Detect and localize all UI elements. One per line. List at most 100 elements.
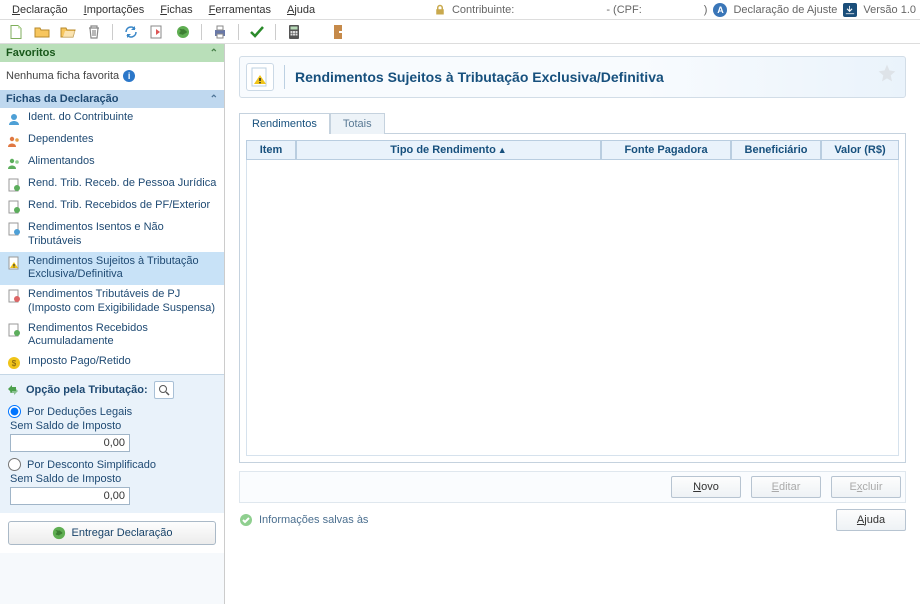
versao-label: Versão 1.0 <box>863 4 916 16</box>
refresh-icon[interactable] <box>121 22 141 42</box>
table-header: Item Tipo de Rendimento▲ Fonte Pagadora … <box>246 140 899 160</box>
globe-icon[interactable] <box>173 22 193 42</box>
status-bar: Contribuinte: - (CPF: ) A Declaração de … <box>434 3 916 17</box>
tree-item-isentos[interactable]: Rendimentos Isentos e Não Tributáveis <box>0 218 224 252</box>
value-1 <box>10 434 130 452</box>
tree-label: Rend. Trib. Receb. de Pessoa Jurídica <box>28 177 218 191</box>
favorite-star-button[interactable] <box>877 63 897 83</box>
menubar: Declaração Importações Fichas Ferramenta… <box>0 0 920 20</box>
menu-importacoes[interactable]: Importações <box>76 2 153 18</box>
tab-totais[interactable]: Totais <box>330 113 385 134</box>
check-round-icon <box>239 513 253 527</box>
col-item[interactable]: Item <box>246 140 296 160</box>
menu-ferramentas[interactable]: Ferramentas <box>201 2 279 18</box>
tab-rendimentos[interactable]: Rendimentos <box>239 113 330 134</box>
svg-text:$: $ <box>12 359 17 368</box>
doc-warning-large-icon <box>246 63 274 91</box>
calculator-icon[interactable] <box>284 22 304 42</box>
tree-item-suspensa[interactable]: Rendimentos Tributáveis de PJ (Imposto c… <box>0 285 224 319</box>
ajuda-button[interactable]: Ajuda <box>836 509 906 531</box>
exit-icon[interactable] <box>330 22 350 42</box>
toolbar <box>0 20 920 44</box>
favoritos-header[interactable]: Favoritos ⌃ <box>0 44 224 62</box>
trash-icon[interactable] <box>84 22 104 42</box>
search-button[interactable] <box>154 381 174 399</box>
col-benef[interactable]: Beneficiário <box>731 140 821 160</box>
tree-item-imposto[interactable]: $ Imposto Pago/Retido <box>0 352 224 374</box>
doc-arrow-icon[interactable] <box>147 22 167 42</box>
tree-item-exclusiva[interactable]: Rendimentos Sujeitos à Tributação Exclus… <box>0 252 224 286</box>
table-panel: Item Tipo de Rendimento▲ Fonte Pagadora … <box>239 133 906 463</box>
doc-money-icon: $ <box>6 355 22 371</box>
lock-icon <box>434 4 446 16</box>
tree-label: Rend. Trib. Recebidos de PF/Exterior <box>28 199 218 213</box>
content-header: Rendimentos Sujeitos à Tributação Exclus… <box>239 56 906 98</box>
opt-simplificado[interactable]: Por Desconto Simplificado <box>6 456 218 473</box>
download-icon <box>843 3 857 17</box>
people-icon <box>6 133 22 149</box>
open-folder-icon[interactable] <box>32 22 52 42</box>
fichas-tree: Ident. do Contribuinte Dependentes Alime… <box>0 108 224 374</box>
menu-declaracao[interactable]: Declaração <box>4 2 76 18</box>
tree-item-dependentes[interactable]: Dependentes <box>0 130 224 152</box>
tree-item-alimentandos[interactable]: Alimentandos <box>0 152 224 174</box>
tree-label: Imposto Pago/Retido <box>28 355 218 369</box>
deliver-button[interactable]: Entregar Declaração <box>8 521 216 545</box>
collapse-icon: ⌃ <box>210 48 218 59</box>
radio-deducoes[interactable] <box>8 405 21 418</box>
opt-deducoes-label: Por Deduções Legais <box>27 406 132 418</box>
value-2 <box>10 487 130 505</box>
tree-label: Rendimentos Isentos e Não Tributáveis <box>28 221 218 249</box>
tree-item-rend-pj[interactable]: Rend. Trib. Receb. de Pessoa Jurídica <box>0 174 224 196</box>
tree-item-acumulada[interactable]: Rendimentos Recebidos Acumuladamente <box>0 319 224 353</box>
tree-label: Rendimentos Tributáveis de PJ (Imposto c… <box>28 288 218 316</box>
tree-item-ident[interactable]: Ident. do Contribuinte <box>0 108 224 130</box>
person-icon <box>6 111 22 127</box>
tree-label: Dependentes <box>28 133 218 147</box>
tree-item-rend-pf[interactable]: Rend. Trib. Recebidos de PF/Exterior <box>0 196 224 218</box>
sidebar: Favoritos ⌃ Nenhuma ficha favorita i Fic… <box>0 44 225 604</box>
sort-asc-icon: ▲ <box>498 145 507 155</box>
arrows-icon <box>6 383 20 397</box>
doc-blue-icon <box>6 221 22 237</box>
doc-green2-icon <box>6 199 22 215</box>
radio-simplificado[interactable] <box>8 458 21 471</box>
col-tipo[interactable]: Tipo de Rendimento▲ <box>296 140 601 160</box>
deliver-label: Entregar Declaração <box>72 527 173 539</box>
print-icon[interactable] <box>210 22 230 42</box>
table-buttons: Novo Editar Excluir <box>239 471 906 503</box>
opt-deducoes[interactable]: Por Deduções Legais <box>6 403 218 420</box>
info-icon[interactable]: i <box>123 70 135 82</box>
fichas-label: Fichas da Declaração <box>6 93 119 105</box>
doc-warning-icon <box>6 255 22 271</box>
col-valor[interactable]: Valor (R$) <box>821 140 899 160</box>
tax-option-panel: Opção pela Tributação: Por Deduções Lega… <box>0 374 224 513</box>
declaracao-tipo: Declaração de Ajuste <box>733 4 837 16</box>
cpf-label: - (CPF: <box>606 4 641 16</box>
content-area: Rendimentos Sujeitos à Tributação Exclus… <box>225 44 920 604</box>
tree-label: Ident. do Contribuinte <box>28 111 218 125</box>
tabs: Rendimentos Totais <box>239 112 906 133</box>
sub-label-1: Sem Saldo de Imposto <box>6 420 218 432</box>
fichas-header[interactable]: Fichas da Declaração ⌃ <box>0 90 224 108</box>
new-doc-icon[interactable] <box>6 22 26 42</box>
col-fonte[interactable]: Fonte Pagadora <box>601 140 731 160</box>
favoritos-label: Favoritos <box>6 47 56 59</box>
tree-label: Rendimentos Recebidos Acumuladamente <box>28 322 218 350</box>
open-folder2-icon[interactable] <box>58 22 78 42</box>
people2-icon <box>6 155 22 171</box>
doc-red-icon <box>6 288 22 304</box>
page-title: Rendimentos Sujeitos à Tributação Exclus… <box>295 69 664 85</box>
doc-green-icon <box>6 177 22 193</box>
tree-label: Alimentandos <box>28 155 218 169</box>
table-body-empty <box>246 160 899 456</box>
excluir-button: Excluir <box>831 476 901 498</box>
menu-fichas[interactable]: Fichas <box>152 2 200 18</box>
menu-ajuda[interactable]: Ajuda <box>279 2 323 18</box>
no-favorites-text: Nenhuma ficha favorita i <box>6 66 218 86</box>
novo-button[interactable]: Novo <box>671 476 741 498</box>
doc-green3-icon <box>6 322 22 338</box>
content-footer: Informações salvas às Ajuda <box>239 509 906 531</box>
tree-label: Rendimentos Sujeitos à Tributação Exclus… <box>28 255 218 283</box>
check-icon[interactable] <box>247 22 267 42</box>
